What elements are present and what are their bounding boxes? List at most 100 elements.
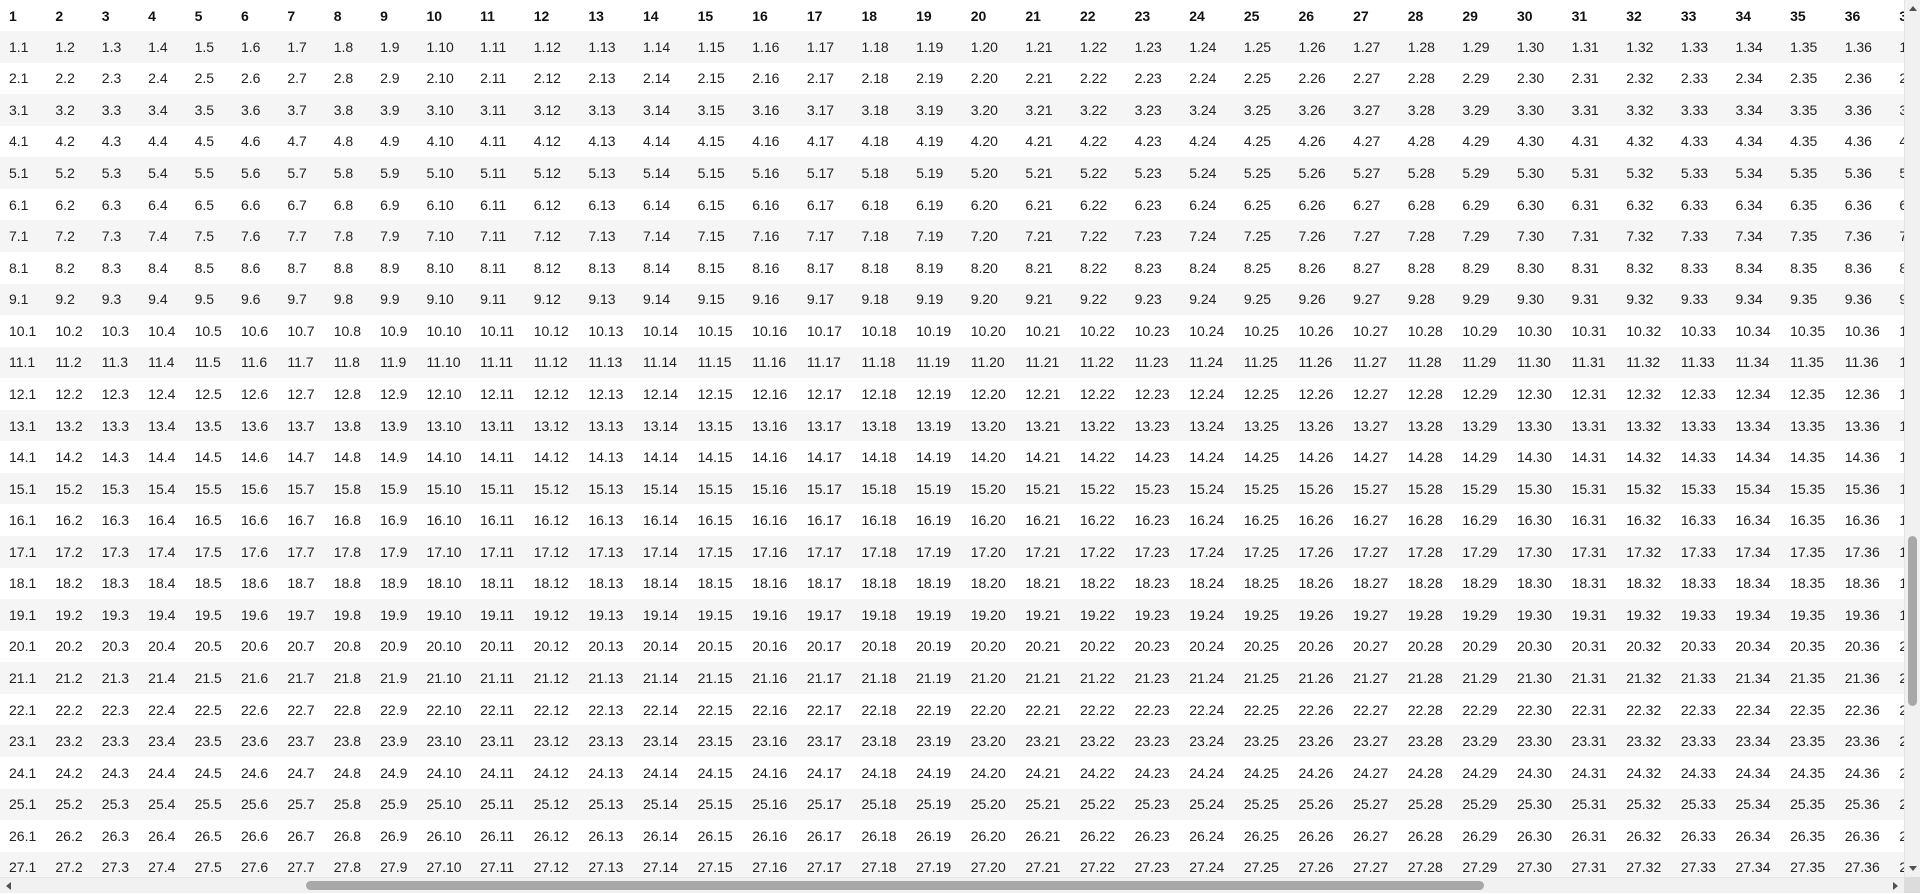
table-cell: 15.13	[588, 480, 624, 497]
table-cell: 14.24	[1189, 449, 1225, 466]
table-cell: 8.10	[426, 259, 454, 276]
table-cell: 19.6	[240, 606, 269, 623]
table-cell: 6.28	[1407, 196, 1435, 213]
table-cell: 14.1	[9, 449, 37, 466]
table-cell: 13.26	[1298, 417, 1334, 434]
table-cell: 19.15	[697, 606, 733, 623]
table-cell: 14.22	[1079, 449, 1115, 466]
table-cell: 23.30	[1516, 733, 1552, 750]
table-cell: 23.5	[194, 733, 222, 750]
table-cell: 9.37	[1899, 291, 1904, 308]
table-cell: 27.12	[533, 859, 569, 876]
table-cell: 8.26	[1298, 259, 1326, 276]
table-cell: 25.2	[55, 796, 83, 813]
table-cell: 23.34	[1735, 733, 1771, 750]
table-cell: 14.16	[752, 449, 788, 466]
arrow-up-icon[interactable]	[1905, 0, 1920, 16]
table-cell: 21.34	[1735, 670, 1771, 687]
table-cell: 25.29	[1462, 796, 1498, 813]
table-cell: 3.7	[287, 101, 307, 118]
table-cell: 18.20	[970, 575, 1006, 592]
arrow-left-icon[interactable]	[0, 878, 16, 894]
table-cell: 8.14	[642, 259, 671, 276]
table-cell: 18.1	[9, 575, 37, 592]
arrow-down-icon[interactable]	[1905, 861, 1920, 877]
table-cell: 24.6	[240, 764, 269, 781]
table-cell: 15.34	[1735, 480, 1771, 497]
table-cell: 6.12	[533, 196, 561, 213]
table-cell: 9.35	[1790, 291, 1818, 308]
table-cell: 19.10	[426, 606, 462, 623]
table-cell: 21.25	[1243, 670, 1279, 687]
table-cell: 21.7	[287, 670, 315, 687]
table-cell: 12.30	[1516, 385, 1552, 402]
table-cell: 21.29	[1462, 670, 1498, 687]
table-cell: 10.23	[1134, 322, 1170, 339]
table-cell: 4.33	[1680, 133, 1709, 150]
table-cell: 24.21	[1025, 764, 1061, 781]
horizontal-scrollbar[interactable]	[0, 877, 1904, 893]
table-cell: 18.36	[1844, 575, 1880, 592]
table-cell: 4.28	[1407, 133, 1435, 150]
table-cell: 7.11	[480, 228, 507, 245]
table-cell: 8.11	[480, 259, 507, 276]
table-cell: 13.1	[9, 417, 37, 434]
table-cell: 5.31	[1571, 165, 1599, 182]
table-cell: 10.12	[533, 322, 569, 339]
table-cell: 18.3	[101, 575, 130, 592]
table-cell: 27.22	[1079, 859, 1115, 876]
horizontal-scroll-thumb[interactable]	[306, 881, 1484, 890]
table-cell: 16.22	[1079, 512, 1115, 529]
table-row: 14.1 14.2 14.3 14.4 14.5 14.6 14.7 14.8 14.9 14.1…	[0, 441, 1904, 473]
table-cell: 2.6	[240, 70, 261, 87]
table-cell: 4.7	[287, 133, 307, 150]
data-table: 1 2 3 4 5 6 7 8 9 10 11 12 13 14 15 16 17 18 19 20 21 22 23 24 2…	[0, 0, 1904, 877]
table-cell: 23.31	[1571, 733, 1607, 750]
table-cell: 25.12	[533, 796, 569, 813]
vertical-scrollbar[interactable]	[1904, 0, 1920, 877]
table-cell: 17.29	[1462, 543, 1498, 560]
table-cell: 25.37	[1899, 796, 1904, 813]
table-cell: 23.9	[380, 733, 408, 750]
table-cell: 13.25	[1243, 417, 1279, 434]
table-cell: 26.11	[480, 827, 515, 844]
table-cell: 21.23	[1134, 670, 1170, 687]
column-header: 16	[743, 0, 798, 31]
vertical-scroll-thumb[interactable]	[1908, 536, 1917, 706]
table-cell: 18.22	[1079, 575, 1115, 592]
table-cell: 2.13	[588, 70, 616, 87]
table-row: 15.1 15.2 15.3 15.4 15.5 15.6 15.7 15.8 15.9 15.1…	[0, 472, 1904, 505]
table-cell: 22.25	[1243, 701, 1279, 718]
table-cell: 20.14	[642, 638, 678, 655]
table-row: 7.1 7.2 7.3 7.4 7.5 7.6 7.7 7.8 7.9 7.10 7.11 7.12 7…	[0, 220, 1904, 252]
arrow-right-icon[interactable]	[1888, 878, 1904, 894]
table-cell: 18.17	[806, 575, 842, 592]
table-row: 26.1 26.2 26.3 26.4 26.5 26.6 26.7 26.8 26.9 26.1…	[0, 820, 1904, 852]
table-cell: 20.19	[916, 638, 952, 655]
table-cell: 15.4	[148, 480, 176, 497]
table-cell: 20.6	[240, 638, 269, 655]
table-cell: 13.9	[380, 417, 408, 434]
table-cell: 11.24	[1189, 354, 1224, 371]
table-cell: 17.12	[533, 543, 569, 560]
table-cell: 10.19	[916, 322, 952, 339]
table-cell: 11.2	[55, 354, 82, 371]
table-cell: 7.18	[861, 228, 889, 245]
table-cell: 19.1	[9, 606, 37, 623]
table-cell: 6.5	[194, 196, 215, 213]
table-cell: 14.10	[426, 449, 462, 466]
table-cell: 15.36	[1844, 480, 1880, 497]
column-header: 23	[1125, 0, 1181, 31]
table-cell: 12.6	[240, 385, 269, 402]
table-cell: 12.14	[642, 385, 678, 402]
table-cell: 6.16	[752, 196, 780, 213]
table-cell: 3.28	[1407, 101, 1435, 118]
table-cell: 4.2	[55, 133, 75, 150]
table-cell: 20.9	[380, 638, 408, 655]
table-cell: 19.35	[1790, 606, 1826, 623]
table-viewport[interactable]: 1 2 3 4 5 6 7 8 9 10 11 12 13 14 15 16 17 18 19 20 21 22 23 24 2…	[0, 0, 1904, 877]
table-cell: 7.34	[1735, 228, 1763, 245]
table-cell: 19.28	[1407, 606, 1443, 623]
table-cell: 3.21	[1025, 101, 1053, 118]
table-cell: 21.3	[101, 670, 130, 687]
